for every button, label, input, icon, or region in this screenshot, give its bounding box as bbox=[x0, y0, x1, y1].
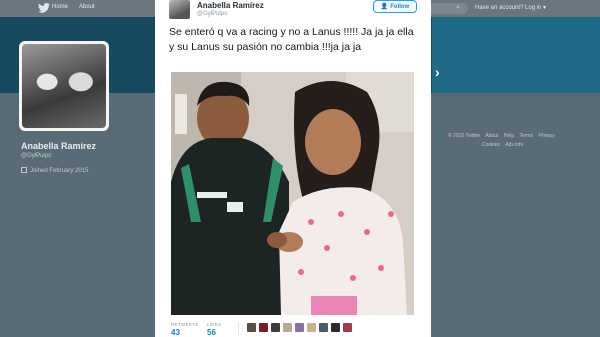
twitter-bird-icon[interactable] bbox=[38, 3, 50, 13]
liker-avatar[interactable] bbox=[319, 323, 328, 332]
stats-divider bbox=[238, 322, 239, 336]
profile-avatar-photo bbox=[22, 44, 106, 128]
liker-avatar[interactable] bbox=[295, 323, 304, 332]
footer-help-link[interactable]: Help bbox=[504, 133, 514, 139]
footer-cookies-link[interactable]: Cookies bbox=[482, 142, 500, 148]
profile-handle[interactable]: @GylPulpo bbox=[21, 153, 51, 159]
nav-about-link[interactable]: About bbox=[79, 4, 95, 10]
footer-terms-link[interactable]: Terms bbox=[519, 133, 533, 139]
footer-privacy-link[interactable]: Privacy bbox=[538, 133, 554, 139]
tweet-author-name[interactable]: Anabella Ramírez bbox=[197, 1, 264, 10]
login-link[interactable]: Have an account? Log in ▾ bbox=[475, 4, 546, 11]
profile-name[interactable]: Anabella Ramirez bbox=[21, 141, 96, 151]
follow-button[interactable]: 👤 Follow bbox=[373, 0, 417, 13]
profile-avatar[interactable] bbox=[19, 41, 109, 131]
likes-count[interactable]: 56 bbox=[207, 328, 216, 337]
joined-text: Joined February 2015 bbox=[30, 168, 89, 174]
footer-ads-info-link[interactable]: Ads info bbox=[505, 142, 523, 148]
liker-avatar[interactable] bbox=[307, 323, 316, 332]
nav-home-link[interactable]: Home bbox=[52, 4, 68, 10]
calendar-icon bbox=[21, 167, 27, 173]
tweet-modal: Anabella Ramírez @GylPulpo 👤 Follow Se e… bbox=[155, 0, 431, 337]
footer-about-link[interactable]: About bbox=[485, 133, 498, 139]
retweets-label: RETWEETS bbox=[171, 322, 199, 327]
tweet-author-avatar[interactable] bbox=[169, 0, 190, 19]
liker-avatar[interactable] bbox=[331, 323, 340, 332]
tweet-photo-image bbox=[171, 72, 414, 315]
retweets-count[interactable]: 43 bbox=[171, 328, 180, 337]
footer-row-1: © 2016 Twitter About Help Terms Privacy bbox=[448, 132, 578, 141]
profile-joined-date: Joined February 2015 bbox=[21, 167, 88, 174]
likes-label: LIKES bbox=[207, 322, 222, 327]
add-user-icon: 👤 bbox=[380, 4, 389, 10]
tweet-text: Se enteró q va a racing y no a Lanus !!!… bbox=[169, 26, 414, 53]
liker-avatar[interactable] bbox=[343, 323, 352, 332]
liker-avatar[interactable] bbox=[271, 323, 280, 332]
footer-row-2: Cookies Ads info bbox=[448, 141, 578, 150]
next-arrow-icon[interactable]: › bbox=[435, 64, 440, 80]
liker-avatars bbox=[247, 323, 352, 332]
tweet-photo[interactable] bbox=[171, 72, 414, 315]
tweet-author-handle[interactable]: @GylPulpo bbox=[197, 11, 227, 17]
footer-copyright: © 2016 Twitter bbox=[448, 133, 481, 139]
search-icon[interactable]: ⌕ bbox=[456, 4, 460, 12]
follow-label: Follow bbox=[390, 3, 410, 10]
liker-avatar[interactable] bbox=[259, 323, 268, 332]
liker-avatar[interactable] bbox=[247, 323, 256, 332]
footer-links: © 2016 Twitter About Help Terms Privacy … bbox=[448, 132, 578, 150]
profile-banner-right bbox=[432, 17, 600, 93]
liker-avatar[interactable] bbox=[283, 323, 292, 332]
